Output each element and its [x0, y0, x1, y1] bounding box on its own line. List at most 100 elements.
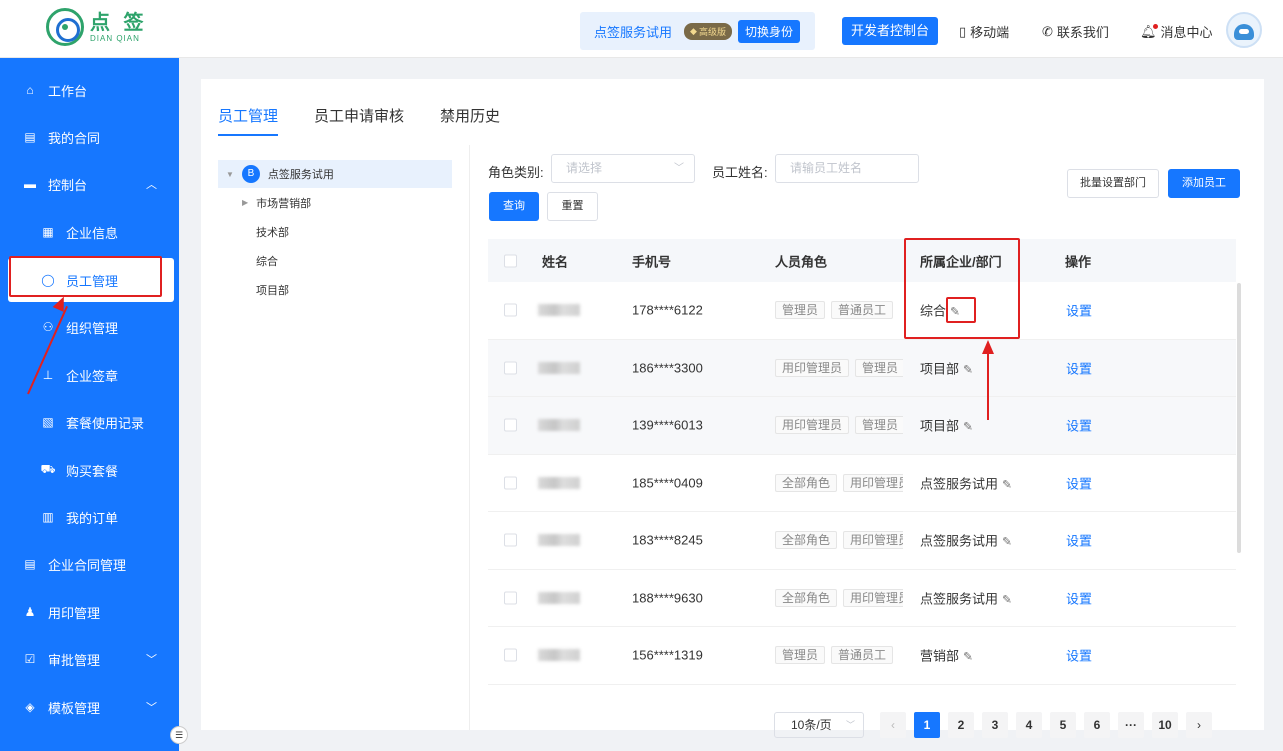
- search-button[interactable]: 查询: [489, 192, 539, 221]
- page-button[interactable]: 4: [1016, 712, 1042, 738]
- reset-button[interactable]: 重置: [547, 192, 598, 221]
- row-checkbox[interactable]: [504, 303, 517, 317]
- diamond-icon: ◆: [690, 25, 697, 36]
- settings-link[interactable]: 设置: [1066, 646, 1092, 665]
- page-button[interactable]: 2: [948, 712, 974, 738]
- tab-employee-applications[interactable]: 员工申请审核: [314, 105, 404, 136]
- avatar[interactable]: [1226, 12, 1262, 48]
- row-checkbox[interactable]: [504, 591, 517, 605]
- page-button[interactable]: 6: [1084, 712, 1110, 738]
- employee-name-redacted: [538, 591, 580, 604]
- caret-right-icon[interactable]: ▶: [242, 198, 248, 207]
- employee-name-redacted: [538, 476, 580, 489]
- next-page-icon[interactable]: ›: [1186, 712, 1212, 738]
- batch-set-department-button[interactable]: 批量设置部门: [1067, 169, 1159, 198]
- sidebar-item-buy-package[interactable]: ⛟ 购买套餐: [0, 448, 179, 492]
- settings-link[interactable]: 设置: [1066, 473, 1092, 492]
- edit-pencil-icon[interactable]: ✎: [1002, 592, 1012, 606]
- settings-link[interactable]: 设置: [1066, 588, 1092, 607]
- page-button[interactable]: 5: [1050, 712, 1076, 738]
- role-tag: 用印管理员: [775, 358, 850, 377]
- tab-bar: 员工管理 员工申请审核 禁用历史: [218, 105, 536, 136]
- logo[interactable]: 点 签 DIAN QIAN: [46, 8, 148, 46]
- developer-console-button[interactable]: 开发者控制台: [842, 17, 939, 45]
- chevron-up-icon: ︿: [146, 179, 157, 191]
- role-tag: 用印管理员: [775, 416, 850, 435]
- sidebar-item-templates[interactable]: ◈ 模板管理 ﹀: [0, 685, 179, 729]
- annotation-box-sidebar: [9, 256, 162, 297]
- column-header: 人员角色: [775, 254, 828, 269]
- edit-pencil-icon[interactable]: ✎: [1002, 535, 1012, 549]
- tree-root[interactable]: ▼ B 点签服务试用: [218, 160, 452, 188]
- contact-link[interactable]: ✆ 联系我们: [1042, 22, 1109, 41]
- switch-identity-button[interactable]: 切换身份: [737, 19, 800, 43]
- sidebar-item-enterprise-contracts[interactable]: ▤ 企业合同管理: [0, 542, 179, 586]
- row-checkbox[interactable]: [504, 361, 517, 375]
- chevron-down-icon: ﹀: [845, 720, 855, 730]
- tree-node[interactable]: 项目部: [218, 275, 452, 304]
- edit-pencil-icon[interactable]: ✎: [963, 650, 973, 664]
- phone-cell: 188****9630: [632, 590, 703, 606]
- sidebar-item-workbench[interactable]: ⌂ 工作台: [0, 68, 179, 112]
- building-icon: ▦: [42, 225, 54, 239]
- page-button[interactable]: 10: [1152, 712, 1178, 738]
- row-checkbox[interactable]: [504, 533, 517, 547]
- role-tag: 全部角色: [775, 473, 838, 492]
- mobile-link[interactable]: ▯ 移动端: [959, 22, 1009, 41]
- sidebar-item-package-usage[interactable]: ▧ 套餐使用记录: [0, 400, 179, 444]
- employee-name-input[interactable]: 请输员工姓名: [775, 154, 919, 183]
- collapse-sidebar-icon[interactable]: ☰: [170, 726, 188, 744]
- department-tree: ▼ B 点签服务试用 ▶ 市场营销部 技术部 综合 项目部: [218, 160, 452, 304]
- record-icon: ▧: [42, 415, 54, 429]
- row-checkbox[interactable]: [504, 476, 517, 490]
- table-scrollbar[interactable]: [1237, 283, 1241, 553]
- template-icon: ◈: [25, 700, 35, 714]
- sidebar-item-approval[interactable]: ☑ 审批管理 ﹀: [0, 637, 179, 681]
- role-select[interactable]: 请选择 ﹀: [551, 154, 695, 183]
- seal-icon: ⊥: [42, 368, 54, 382]
- sidebar-item-stamp-management[interactable]: ♟ 用印管理: [0, 590, 179, 634]
- tree-node[interactable]: 综合: [218, 246, 452, 275]
- select-all-checkbox[interactable]: [504, 254, 517, 267]
- department-cell: 点签服务试用 ✎: [920, 591, 1013, 607]
- employee-name-redacted: [538, 419, 580, 432]
- doc-icon: ▤: [24, 557, 36, 571]
- settings-link[interactable]: 设置: [1066, 416, 1092, 435]
- settings-link[interactable]: 设置: [1066, 301, 1092, 320]
- tree-node[interactable]: ▶ 市场营销部: [218, 188, 452, 217]
- sidebar-item-company-seal[interactable]: ⊥ 企业签章: [0, 353, 179, 397]
- page-button[interactable]: 3: [982, 712, 1008, 738]
- settings-link[interactable]: 设置: [1066, 358, 1092, 377]
- edit-pencil-icon[interactable]: ✎: [1002, 477, 1012, 491]
- caret-down-icon[interactable]: ▼: [226, 170, 234, 179]
- roles-cell: 管理员 普通员工: [775, 646, 903, 665]
- tab-employee-management[interactable]: 员工管理: [218, 105, 279, 136]
- tab-disabled-history[interactable]: 禁用历史: [440, 105, 500, 136]
- row-checkbox[interactable]: [504, 418, 517, 432]
- column-header: 姓名: [542, 254, 569, 269]
- message-center-link[interactable]: 🔔︎ 消息中心: [1140, 22, 1213, 41]
- tree-node[interactable]: 技术部: [218, 217, 452, 246]
- row-checkbox[interactable]: [504, 648, 517, 662]
- logo-mark-icon: [46, 8, 84, 46]
- settings-link[interactable]: 设置: [1066, 531, 1092, 550]
- phone-cell: 139****6013: [632, 417, 703, 433]
- employee-name-redacted: [538, 304, 580, 317]
- employee-name-redacted: [538, 534, 580, 547]
- role-tag: 管理员: [775, 301, 826, 320]
- page-ellipsis[interactable]: ···: [1118, 712, 1144, 738]
- sidebar-item-company-info[interactable]: ▦ 企业信息: [0, 210, 179, 254]
- table-row: 156****1319 管理员 普通员工 营销部 ✎ 设置: [488, 627, 1236, 685]
- add-employee-button[interactable]: 添加员工: [1168, 169, 1240, 198]
- edit-pencil-icon[interactable]: ✎: [963, 420, 973, 434]
- page-button[interactable]: 1: [914, 712, 940, 738]
- sidebar-item-console[interactable]: ▬ 控制台 ︿: [0, 162, 179, 206]
- role-tag: 全部角色: [775, 588, 838, 607]
- sidebar-item-org-management[interactable]: ⚇ 组织管理: [0, 305, 179, 349]
- edit-pencil-icon[interactable]: ✎: [963, 362, 973, 376]
- page-size-select[interactable]: 10条/页 ﹀: [774, 712, 864, 738]
- divider: [469, 145, 470, 730]
- prev-page-icon[interactable]: ‹: [880, 712, 906, 738]
- sidebar-item-my-orders[interactable]: ▥ 我的订单: [0, 495, 179, 539]
- sidebar-item-my-contracts[interactable]: ▤ 我的合同: [0, 115, 179, 159]
